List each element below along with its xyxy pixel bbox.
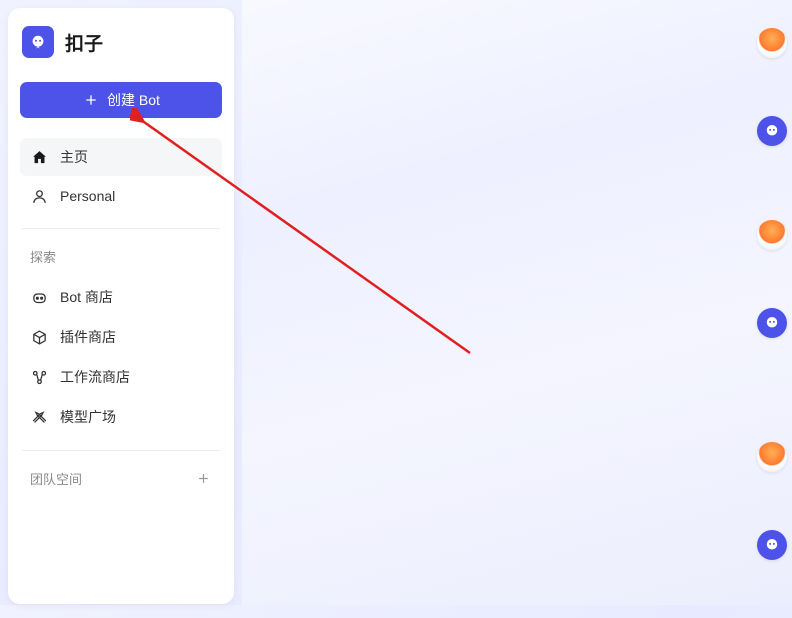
sidebar-item-label: Personal [60,188,115,204]
bot-icon [30,288,48,306]
explore-section-label: 探索 [20,243,222,270]
home-icon [30,148,48,166]
dock-avatar-balloon[interactable] [757,28,787,58]
team-space-label: 团队空间 [30,469,82,488]
dock-avatar-bot[interactable] [757,530,787,560]
brand-name: 扣子 [65,29,103,56]
sidebar-item-bot-store[interactable]: Bot 商店 [20,278,222,316]
plus-icon [82,91,100,109]
person-icon [30,187,48,205]
dock-avatar-balloon[interactable] [757,220,787,250]
sidebar-item-plugin-store[interactable]: 插件商店 [20,318,222,356]
dock-avatar-bot[interactable] [757,116,787,146]
create-bot-button[interactable]: 创建 Bot [20,82,222,118]
sidebar-item-personal[interactable]: Personal [20,178,222,214]
dock-avatar-bot[interactable] [757,308,787,338]
sidebar-item-model-arena[interactable]: 模型广场 [20,398,222,436]
sidebar-item-label: 工作流商店 [60,367,130,387]
workflow-icon [30,368,48,386]
create-bot-label: 创建 Bot [107,90,160,110]
brand-logo-icon [22,26,54,58]
divider [22,450,220,451]
sidebar-item-workflow-store[interactable]: 工作流商店 [20,358,222,396]
swords-icon [30,408,48,426]
sidebar-item-home[interactable]: 主页 [20,138,222,176]
dock-avatar-balloon[interactable] [757,442,787,472]
main-content-area [242,0,792,605]
divider [22,228,220,229]
sidebar: 扣子 创建 Bot 主页 Personal 探索 [8,8,234,604]
sidebar-item-label: 模型广场 [60,407,116,427]
team-space-row: 团队空间 [20,465,222,492]
brand: 扣子 [20,26,222,58]
cube-icon [30,328,48,346]
sidebar-item-label: 主页 [60,147,88,167]
right-dock [757,28,787,618]
sidebar-item-label: 插件商店 [60,327,116,347]
add-team-button[interactable] [194,470,212,488]
sidebar-item-label: Bot 商店 [60,287,113,307]
